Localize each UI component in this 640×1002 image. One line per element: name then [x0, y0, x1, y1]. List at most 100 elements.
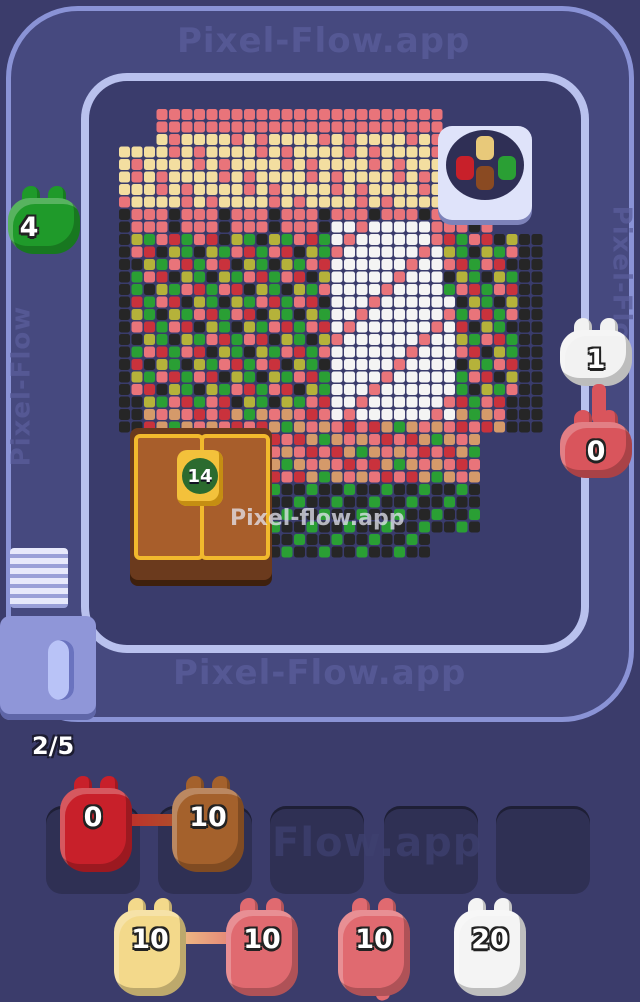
- pixel-cell: [344, 384, 355, 395]
- pixel-cell: [519, 371, 530, 383]
- pixel-cell: [281, 534, 293, 545]
- pixel-cell: [294, 546, 305, 558]
- pixel-cell: [419, 496, 430, 508]
- pixel-cell: [419, 471, 430, 483]
- pixel-cell: [206, 196, 218, 208]
- pixel-cell: [244, 221, 255, 233]
- pixel-cell: [294, 134, 305, 145]
- pixel-cell: [156, 209, 168, 220]
- waiting-shooter-pink-1[interactable]: 10: [222, 898, 302, 996]
- pixel-cell: [369, 234, 380, 245]
- pixel-cell: [394, 209, 405, 220]
- pixel-cell: [444, 434, 455, 445]
- pixel-cell: [344, 209, 355, 220]
- pixel-cell: [406, 309, 418, 320]
- pixel-cell: [394, 246, 405, 258]
- pixel-cell: [406, 546, 418, 558]
- pixel-cell: [206, 121, 218, 133]
- pixel-cell: [256, 134, 268, 145]
- pixel-cell: [344, 409, 355, 420]
- locked-crate[interactable]: 14: [130, 428, 272, 580]
- pixel-cell: [319, 371, 330, 383]
- pixel-cell: [394, 434, 405, 445]
- conveyor-shooter-green[interactable]: 4: [4, 186, 84, 256]
- pixel-cell: [269, 221, 280, 233]
- pixel-cell: [169, 271, 180, 283]
- pixel-cell: [406, 184, 418, 195]
- pixel-cell: [194, 359, 205, 370]
- slot-5[interactable]: [496, 806, 590, 894]
- conveyor-shooter-white[interactable]: 1: [556, 318, 636, 388]
- pixel-cell: [381, 171, 393, 183]
- pixel-cell: [131, 384, 143, 395]
- pixel-cell: [331, 421, 343, 433]
- pixel-cell: [144, 321, 155, 333]
- pixel-cell: [306, 321, 318, 333]
- pixel-cell: [369, 359, 380, 370]
- pixel-cell: [231, 246, 243, 258]
- pixel-cell: [531, 296, 543, 308]
- pixel-cell: [306, 196, 318, 208]
- pixel-cell: [206, 246, 218, 258]
- pixel-cell: [519, 296, 530, 308]
- pixel-cell: [419, 346, 430, 358]
- pixel-cell: [381, 421, 393, 433]
- pixel-cell: [369, 421, 380, 433]
- pixel-cell: [306, 359, 318, 370]
- pixel-cell: [531, 259, 543, 270]
- pixel-cell: [256, 246, 268, 258]
- pixel-cell: [356, 421, 368, 433]
- pixel-cell: [131, 146, 143, 158]
- pixel-cell: [219, 196, 230, 208]
- pixel-cell: [456, 296, 468, 308]
- pixel-cell: [431, 396, 443, 408]
- pixel-cell: [306, 384, 318, 395]
- pixel-cell: [344, 459, 355, 470]
- pixel-cell: [231, 121, 243, 133]
- pixel-cell: [494, 359, 505, 370]
- pixel-cell: [369, 271, 380, 283]
- pixel-cell: [156, 159, 168, 170]
- waiting-shooter-pink-2[interactable]: 10: [334, 898, 414, 996]
- pixel-cell: [469, 471, 480, 483]
- pixel-cell: [481, 321, 493, 333]
- pixel-cell: [306, 396, 318, 408]
- pixel-cell: [419, 334, 430, 345]
- waiting-shooter-cream[interactable]: 10: [110, 898, 190, 996]
- pixel-cell: [431, 409, 443, 420]
- pixel-cell: [494, 384, 505, 395]
- pixel-cell: [269, 334, 280, 345]
- pixel-cell: [281, 334, 293, 345]
- pixel-cell: [406, 446, 418, 458]
- pixel-cell: [269, 196, 280, 208]
- conveyor-shooter-pink[interactable]: 0: [556, 410, 636, 480]
- pixel-cell: [481, 284, 493, 295]
- pixel-cell: [356, 171, 368, 183]
- pixel-cell: [519, 271, 530, 283]
- pixel-cell: [331, 334, 343, 345]
- waiting-shooter-white[interactable]: 20: [450, 898, 530, 996]
- pixel-cell: [219, 209, 230, 220]
- pixel-cell: [394, 534, 405, 545]
- pixel-cell: [281, 421, 293, 433]
- pixel-cell: [319, 309, 330, 320]
- slot-shooter-red[interactable]: 0: [56, 776, 136, 872]
- pixel-cell: [381, 159, 393, 170]
- pixel-cell: [231, 409, 243, 420]
- pixel-cell: [269, 384, 280, 395]
- pixel-cell: [156, 371, 168, 383]
- pixel-cell: [381, 209, 393, 220]
- pixel-cell: [206, 184, 218, 195]
- pixel-cell: [419, 259, 430, 270]
- pixel-cell: [131, 371, 143, 383]
- pixel-cell: [456, 509, 468, 520]
- pixel-cell: [394, 409, 405, 420]
- pixel-cell: [294, 484, 305, 495]
- slot-shooter-brown[interactable]: 10: [168, 776, 248, 872]
- pixel-cell: [431, 496, 443, 508]
- pixel-cell: [206, 371, 218, 383]
- spawner[interactable]: [438, 126, 532, 220]
- pixel-cell: [344, 371, 355, 383]
- pixel-cell: [131, 396, 143, 408]
- pixel-cell: [431, 459, 443, 470]
